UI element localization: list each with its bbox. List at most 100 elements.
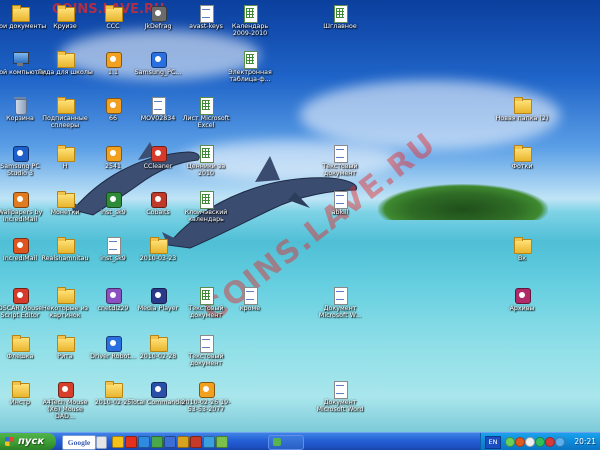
desktop-icon-label: кроме	[239, 305, 261, 312]
spreadsheet-icon	[197, 190, 215, 209]
document-icon	[241, 286, 259, 305]
folder-icon	[104, 380, 123, 398]
mail-icon[interactable]	[138, 436, 150, 448]
palm-island	[378, 184, 548, 220]
desktop-icon-label: abkill	[331, 209, 349, 216]
application-icon	[11, 190, 29, 208]
recycle-bin-icon	[11, 96, 29, 115]
desktop-icon-label: Шглавное	[323, 23, 357, 30]
desktop-icon[interactable]: 2010-02-26 19-53-53-2077	[178, 380, 234, 413]
application-icon	[149, 380, 167, 398]
application-icon	[104, 96, 122, 114]
google-go-button[interactable]	[96, 436, 107, 449]
desktop-icon[interactable]: Фотки	[494, 144, 550, 170]
document-icon	[197, 334, 215, 353]
document-icon	[197, 4, 215, 23]
cc-icon[interactable]	[190, 436, 202, 448]
desktop-icon[interactable]: Новая папка (2)	[494, 96, 550, 122]
document-icon	[149, 96, 167, 115]
spreadsheet-icon	[197, 286, 215, 305]
desktop-icon[interactable]: Вк	[494, 236, 550, 262]
update-icon[interactable]	[535, 437, 545, 447]
taskbar: пуск Google EN 20:21	[0, 432, 600, 450]
document-icon	[331, 286, 349, 305]
folder-icon	[11, 380, 30, 398]
desktop-icon-label: Samsung_PC...	[134, 69, 182, 76]
spreadsheet-icon	[241, 50, 259, 69]
desktop-icon-label: Новая папка (2)	[495, 115, 549, 122]
desktop-icon-label: Лист Microsoft Excel	[182, 115, 230, 129]
desktop-icon[interactable]: Текстовый документ	[178, 334, 234, 367]
shield-icon[interactable]	[545, 437, 555, 447]
desktop-icon-label: Клоичэвский календарь	[184, 209, 228, 223]
document-icon	[331, 190, 349, 209]
spreadsheet-icon	[197, 144, 215, 163]
desktop-icon[interactable]: Ценники за 2010	[178, 144, 234, 177]
desktop-icon[interactable]: Клоичэвский календарь	[178, 190, 234, 223]
antivirus-icon[interactable]	[515, 437, 525, 447]
application-icon	[149, 190, 167, 208]
document-icon	[331, 380, 349, 399]
desktop-icon[interactable]: Календарь 2009-2010	[222, 4, 278, 37]
start-button[interactable]: пуск	[0, 433, 56, 450]
application-icon	[104, 144, 122, 162]
folder-icon	[513, 144, 532, 162]
ie-icon[interactable]	[112, 436, 124, 448]
folder-icon	[104, 4, 123, 22]
browser-icon[interactable]	[203, 436, 215, 448]
folder-icon	[56, 144, 75, 162]
desktop-icon[interactable]	[164, 436, 176, 448]
application-icon	[513, 286, 531, 304]
volume-icon[interactable]	[525, 437, 535, 447]
desktop-icon[interactable]: Архивы	[494, 286, 550, 312]
folder-icon	[56, 286, 75, 304]
chat-icon[interactable]	[216, 436, 228, 448]
language-indicator[interactable]: EN	[485, 436, 501, 449]
folder-icon	[56, 236, 75, 254]
desktop-icon-label: Вк	[517, 255, 527, 262]
application-icon	[104, 190, 122, 208]
spreadsheet-icon	[331, 4, 349, 23]
folder-icon	[56, 334, 75, 352]
application-icon	[11, 144, 29, 162]
desktop-icon-label: 2010-03-23	[139, 255, 177, 262]
desktop-background: COINS.LAVE.RU COINS.LAVE.RU Мои документ…	[0, 0, 600, 432]
player-icon[interactable]	[177, 436, 189, 448]
network-icon[interactable]	[505, 437, 515, 447]
desktop-icon-label: Ценники за 2010	[186, 163, 226, 177]
taskbar-window-button[interactable]	[268, 435, 304, 450]
desktop-icon[interactable]: abkill	[312, 190, 368, 216]
computer-icon	[11, 50, 29, 68]
google-search-box[interactable]: Google	[62, 435, 96, 450]
application-icon	[11, 236, 29, 254]
desktop-icon[interactable]: кроме	[222, 286, 278, 312]
folder-icon	[513, 96, 532, 114]
application-icon	[197, 380, 215, 398]
messenger-tray-icon[interactable]	[555, 437, 565, 447]
opera-icon[interactable]	[125, 436, 137, 448]
folder-icon	[56, 4, 75, 22]
folder-icon	[513, 236, 532, 254]
application-icon	[149, 144, 167, 162]
spreadsheet-icon	[241, 4, 259, 23]
desktop-icon[interactable]: Текстовый документ	[312, 144, 368, 177]
folder-icon	[149, 334, 168, 352]
desktop-icon[interactable]: Лист Microsoft Excel	[178, 96, 234, 129]
messenger-icon[interactable]	[151, 436, 163, 448]
desktop-icon[interactable]: 2010-03-23	[130, 236, 186, 262]
desktop-icon-label: Фотки	[511, 163, 533, 170]
desktop-icon[interactable]: Документ Microsoft Word	[312, 380, 368, 413]
desktop-icon-label: Текстовый документ	[188, 353, 224, 367]
desktop-icon[interactable]: Электронная таблица-ф...	[222, 50, 278, 83]
desktop-icon[interactable]: Документ Microsoft W...	[312, 286, 368, 319]
application-icon	[56, 380, 74, 398]
folder-icon	[56, 50, 75, 68]
application-icon	[11, 286, 29, 304]
desktop-icon[interactable]: Samsung_PC...	[130, 50, 186, 76]
folder-icon	[56, 190, 75, 208]
folder-icon	[149, 236, 168, 254]
desktop-icon-label: Документ Microsoft W...	[318, 305, 362, 319]
desktop-icon[interactable]: Шглавное	[312, 4, 368, 30]
start-label: пуск	[18, 436, 45, 447]
clock[interactable]: 20:21	[574, 433, 596, 450]
